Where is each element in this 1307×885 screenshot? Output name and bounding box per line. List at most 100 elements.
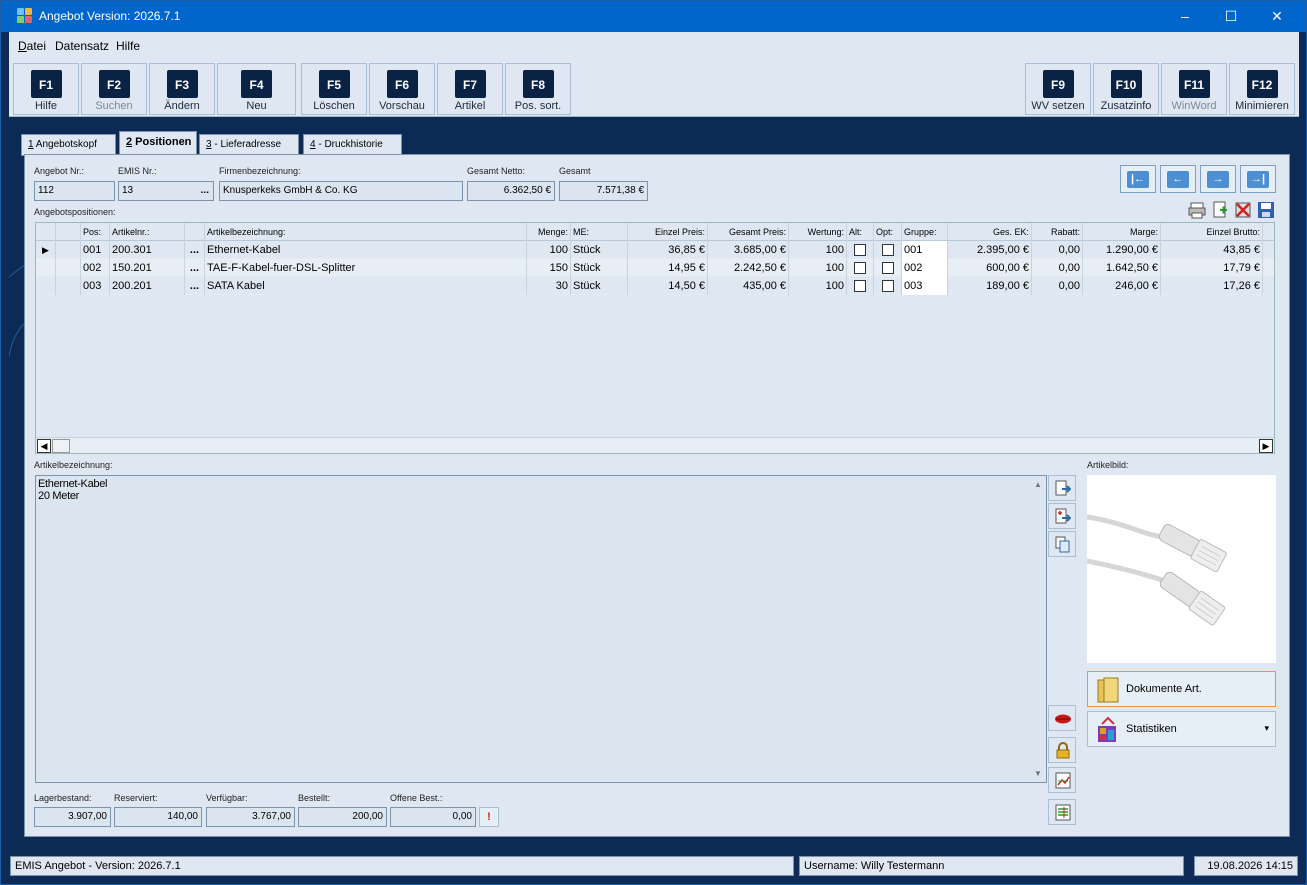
nav-prev-button[interactable]: ←	[1160, 165, 1196, 193]
artikel-lookup-button[interactable]: ...	[185, 241, 205, 259]
offene-best-label: Offene Best.:	[390, 793, 443, 803]
minimize-button[interactable]: –	[1162, 1, 1208, 32]
f7-artikel-button[interactable]: F7 Artikel	[437, 63, 503, 115]
col-artikelbezeichnung[interactable]: Artikelbezeichnung:	[205, 223, 527, 241]
col-pos[interactable]: Pos:	[81, 223, 110, 241]
close-window-button[interactable]: ✕	[1254, 1, 1300, 32]
f3-aendern-button[interactable]: F3 Ändern	[149, 63, 215, 115]
opt-checkbox[interactable]	[881, 280, 894, 292]
f10-zusatzinfo-button[interactable]: F10 Zusatzinfo	[1093, 63, 1159, 115]
col-artikelnr[interactable]: Artikelnr.:	[110, 223, 185, 241]
menu-datensatz[interactable]: Datensatz	[55, 39, 109, 53]
text-import-button[interactable]	[1048, 475, 1076, 501]
statistiken-button[interactable]: Statistiken ▾	[1087, 711, 1276, 747]
save-icon[interactable]	[1257, 201, 1275, 219]
col-menge[interactable]: Menge:	[527, 223, 571, 241]
f8-pos-sort-button[interactable]: F8 Pos. sort.	[505, 63, 571, 115]
title-bar: Angebot Version: 2026.7.1 – ☐ ✕	[1, 1, 1306, 32]
gruppe-cell[interactable]: 003	[902, 277, 948, 295]
nav-last-button[interactable]: →|	[1240, 165, 1276, 193]
col-ges-ek[interactable]: Ges. EK:	[948, 223, 1032, 241]
f5-loeschen-button[interactable]: F5 Löschen	[301, 63, 367, 115]
print-icon[interactable]	[1188, 201, 1206, 219]
scroll-thumb[interactable]	[52, 439, 70, 453]
scroll-up-icon[interactable]: ▲	[1034, 479, 1042, 491]
gesamt-netto-label: Gesamt Netto:	[467, 166, 526, 176]
col-wertung[interactable]: Wertung:	[789, 223, 847, 241]
chart-button[interactable]	[1048, 767, 1076, 793]
col-alt[interactable]: Alt:	[847, 223, 874, 241]
delete-position-icon[interactable]	[1234, 201, 1252, 219]
report-icon	[1055, 804, 1071, 821]
text-add-button[interactable]	[1048, 503, 1076, 529]
artikelbezeichnung-textarea[interactable]: Ethernet-Kabel 20 Meter ▲ ▼	[35, 475, 1047, 783]
angebot-nr-field[interactable]: 112	[34, 181, 115, 201]
menu-datei[interactable]: Datei	[18, 39, 46, 53]
gruppe-cell[interactable]: 002	[902, 259, 948, 277]
f2-suchen-button[interactable]: F2 Suchen	[81, 63, 147, 115]
col-einzel-preis[interactable]: Einzel Preis:	[628, 223, 708, 241]
f9-wv-setzen-button[interactable]: F9 WV setzen	[1025, 63, 1091, 115]
bestellt-field: 200,00	[298, 807, 387, 827]
f4-neu-button[interactable]: F4 Neu	[217, 63, 296, 115]
artikelbild-image	[1086, 475, 1276, 663]
emis-lookup-button[interactable]: ...	[201, 182, 209, 200]
emis-nr-label: EMIS Nr.:	[118, 166, 157, 176]
scroll-right-icon[interactable]: ▶	[1259, 439, 1273, 453]
lips-button[interactable]	[1048, 705, 1076, 731]
new-position-icon[interactable]	[1211, 201, 1229, 219]
desc-vertical-scrollbar[interactable]: ▲ ▼	[1032, 476, 1046, 782]
verfuegbar-field: 3.767,00	[206, 807, 295, 827]
scroll-left-icon[interactable]: ◀	[37, 439, 51, 453]
col-me[interactable]: ME:	[571, 223, 628, 241]
dokumente-art-button[interactable]: Dokumente Art.	[1087, 671, 1276, 707]
table-row[interactable]: ▶ 001 200.301 ... Ethernet-Kabel 100 Stü…	[36, 241, 1274, 259]
table-row[interactable]: 002 150.201 ... TAE-F-Kabel-fuer-DSL-Spl…	[36, 259, 1274, 277]
exclamation-icon[interactable]: !	[479, 807, 499, 827]
f12-minimieren-button[interactable]: F12 Minimieren	[1229, 63, 1295, 115]
artikel-lookup-button[interactable]: ...	[185, 259, 205, 277]
artikelbezeichnung-label: Artikelbezeichnung:	[34, 460, 113, 470]
table-row[interactable]: 003 200.201 ... SATA Kabel 30 Stück 14,5…	[36, 277, 1274, 295]
f6-vorschau-button[interactable]: F6 Vorschau	[369, 63, 435, 115]
artikel-lookup-button[interactable]: ...	[185, 277, 205, 295]
grid-horizontal-scrollbar[interactable]: ◀ ▶	[36, 437, 1274, 453]
col-einzel-brutto[interactable]: Einzel Brutto:	[1161, 223, 1263, 241]
gruppe-cell[interactable]: 001	[902, 241, 948, 259]
nav-first-button[interactable]: |←	[1120, 165, 1156, 193]
alt-checkbox[interactable]	[854, 262, 866, 274]
firmenbezeichnung-field[interactable]: Knusperkeks GmbH & Co. KG	[219, 181, 463, 201]
chart-icon	[1055, 772, 1071, 789]
f11-winword-button[interactable]: F11 WinWord	[1161, 63, 1227, 115]
tab-angebotskopf[interactable]: 1 Angebotskopf	[21, 134, 116, 156]
report-button[interactable]	[1048, 799, 1076, 825]
col-gruppe[interactable]: Gruppe:	[902, 223, 948, 241]
alt-checkbox[interactable]	[854, 280, 866, 292]
status-username: Username: Willy Testermann	[799, 856, 1184, 876]
lock-button[interactable]	[1048, 737, 1076, 763]
scroll-down-icon[interactable]: ▼	[1034, 768, 1042, 780]
col-opt[interactable]: Opt:	[874, 223, 902, 241]
reserviert-field: 140,00	[114, 807, 202, 827]
alt-checkbox[interactable]	[854, 244, 866, 256]
maximize-button[interactable]: ☐	[1208, 1, 1254, 32]
col-rabatt[interactable]: Rabatt:	[1032, 223, 1083, 241]
offene-best-field: 0,00	[390, 807, 476, 827]
folder-icon	[1097, 677, 1119, 703]
tab-lieferadresse[interactable]: 3 - Lieferadresse	[199, 134, 299, 156]
nav-next-button[interactable]: →	[1200, 165, 1236, 193]
tab-positionen[interactable]: 2 Positionen	[119, 131, 197, 156]
col-gesamt-preis[interactable]: Gesamt Preis:	[708, 223, 789, 241]
text-copy-button[interactable]	[1048, 531, 1076, 557]
dropdown-arrow-icon[interactable]: ▾	[1264, 723, 1269, 734]
opt-checkbox[interactable]	[881, 244, 894, 256]
emis-nr-field[interactable]: 13...	[118, 181, 214, 201]
opt-checkbox[interactable]	[881, 262, 894, 274]
positionen-panel: Angebot Nr.: 112 EMIS Nr.: 13... Firmenb…	[24, 154, 1290, 837]
menu-hilfe[interactable]: Hilfe	[116, 39, 140, 53]
f1-hilfe-button[interactable]: F1 Hilfe	[13, 63, 79, 115]
col-marge[interactable]: Marge:	[1083, 223, 1161, 241]
tab-druckhistorie[interactable]: 4 - Druckhistorie	[303, 134, 402, 156]
firmenbezeichnung-label: Firmenbezeichnung:	[219, 166, 301, 176]
desc-line: Ethernet-Kabel	[38, 478, 108, 490]
